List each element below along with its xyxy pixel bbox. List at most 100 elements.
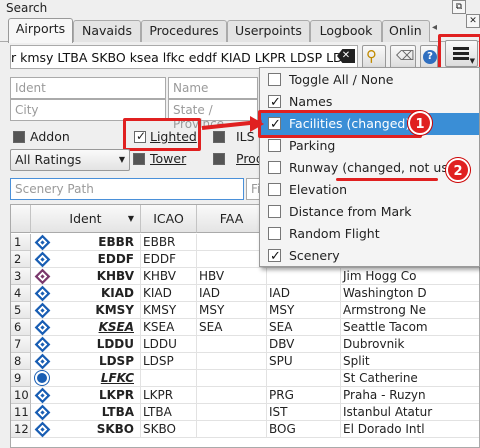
tab-logbook[interactable]: Logbook [310, 20, 382, 42]
faa-cell [197, 353, 267, 370]
column-header-ident[interactable]: Ident ▼ [31, 205, 141, 233]
menu-item-label: Distance from Mark [289, 204, 412, 219]
icao-cell: EBBR [141, 234, 197, 251]
chevron-down-icon: ▼ [118, 155, 125, 164]
help-button[interactable]: ? [420, 45, 438, 69]
menu-item-label: Runway (changed, not used) [289, 160, 469, 175]
menu-item[interactable]: Elevation [261, 179, 479, 201]
row-number: 3 [11, 268, 31, 285]
city-cell: Armstrong Ne [341, 302, 479, 319]
row-number: 12 [11, 421, 31, 438]
menu-item-label: Elevation [289, 182, 348, 197]
menu-item-label: Scenery [289, 248, 340, 263]
window-title: Search [6, 1, 48, 15]
faa-cell: IAD [197, 285, 267, 302]
faa-cell [197, 404, 267, 421]
city-cell: El Dorado Intl [341, 421, 479, 438]
city-cell: Washington D [341, 285, 479, 302]
faa-cell [197, 387, 267, 404]
city-cell: Dubrovnik [341, 336, 479, 353]
help-icon: ? [423, 50, 437, 64]
underline-runway [336, 178, 438, 181]
sort-icon: ▼ [127, 214, 134, 223]
icao-cell: LDSP [141, 353, 197, 370]
menu-item-checkbox[interactable] [268, 73, 281, 86]
column-header-faa[interactable]: FAA [197, 205, 267, 233]
underline-facilities [339, 135, 393, 138]
menu-item[interactable]: Toggle All / None [261, 69, 479, 91]
search-icon: ⚲ [366, 47, 377, 65]
tab-airports[interactable]: Airports [8, 18, 73, 43]
menu-item[interactable]: Parking [261, 135, 479, 157]
code-cell: IST [267, 404, 341, 421]
row-number: 2 [11, 251, 31, 268]
search-input[interactable] [11, 46, 357, 68]
float-window-icon[interactable]: ⧉ [452, 0, 466, 14]
menu-item-checkbox[interactable] [268, 161, 281, 174]
reset-button[interactable]: ⌫ [390, 45, 416, 69]
menu-item-checkbox[interactable] [268, 139, 281, 152]
search-field[interactable] [10, 45, 358, 69]
code-cell: DBV [267, 336, 341, 353]
tab-online[interactable]: Onlin [382, 20, 430, 42]
ratings-combo[interactable]: All Ratings ▼ [10, 149, 130, 171]
faa-cell [197, 370, 267, 387]
faa-cell: SEA [197, 319, 267, 336]
addon-checkbox[interactable] [13, 131, 25, 143]
eraser-icon: ⌫ [396, 49, 415, 64]
row-number: 10 [11, 387, 31, 404]
faa-cell: MSY [197, 302, 267, 319]
menu-item-checkbox[interactable] [268, 205, 281, 218]
airport-icon [35, 371, 49, 385]
menu-item-label: Toggle All / None [289, 72, 394, 87]
badge-2: 2 [446, 158, 470, 182]
faa-cell: HBV [197, 268, 267, 285]
icao-cell: KIAD [141, 285, 197, 302]
tab-navaids[interactable]: Navaids [73, 20, 141, 42]
faa-cell [197, 421, 267, 438]
tab-procedures[interactable]: Procedures [141, 20, 227, 42]
check-icon: ✓ [270, 249, 281, 264]
tab-userpoints[interactable]: Userpoints [227, 20, 310, 42]
row-number: 9 [11, 370, 31, 387]
row-number: 5 [11, 302, 31, 319]
annotation-box-facilities [258, 110, 422, 138]
column-label: Ident [69, 211, 102, 226]
menu-item-checkbox[interactable] [268, 183, 281, 196]
code-cell: IAD [267, 285, 341, 302]
menu-item[interactable]: Distance from Mark [261, 201, 479, 223]
row-number: 8 [11, 353, 31, 370]
ident-field[interactable]: Ident [10, 77, 166, 99]
menu-item-label: Random Flight [289, 226, 380, 241]
code-cell [267, 268, 341, 285]
column-header-icao[interactable]: ICAO [141, 205, 197, 233]
menu-item-checkbox[interactable]: ✓ [268, 95, 281, 110]
icao-cell: SKBO [141, 421, 197, 438]
corner-header [11, 205, 31, 233]
faa-cell [197, 336, 267, 353]
ils-checkbox[interactable] [213, 131, 225, 143]
city-cell: Praha - Ruzyn [341, 387, 479, 404]
row-number: 4 [11, 285, 31, 302]
faa-cell [197, 251, 267, 268]
icao-cell: KHBV [141, 268, 197, 285]
badge-1: 1 [408, 111, 432, 135]
menu-item-checkbox[interactable] [268, 227, 281, 240]
row-number: 11 [11, 404, 31, 421]
tower-checkbox[interactable] [133, 153, 145, 165]
annotation-arrow-head [250, 116, 264, 132]
code-cell: SEA [267, 319, 341, 336]
scenery-path-placeholder: Scenery Path [15, 182, 94, 196]
file-filter-field[interactable]: Fi [246, 178, 260, 200]
row-number: 1 [11, 234, 31, 251]
name-field[interactable]: Name [168, 77, 258, 99]
menu-item-checkbox[interactable]: ✓ [268, 249, 281, 264]
ratings-value: All Ratings [15, 152, 82, 167]
prod-checkbox[interactable] [213, 153, 225, 165]
menu-item[interactable]: ✓ Scenery [261, 245, 479, 267]
icao-cell: LTBA [141, 404, 197, 421]
city-cell: Jim Hogg Co [341, 268, 479, 285]
scenery-path-field[interactable]: Scenery Path [10, 178, 244, 200]
menu-item[interactable]: Random Flight [261, 223, 479, 245]
search-button[interactable]: ⚲ [362, 45, 386, 69]
